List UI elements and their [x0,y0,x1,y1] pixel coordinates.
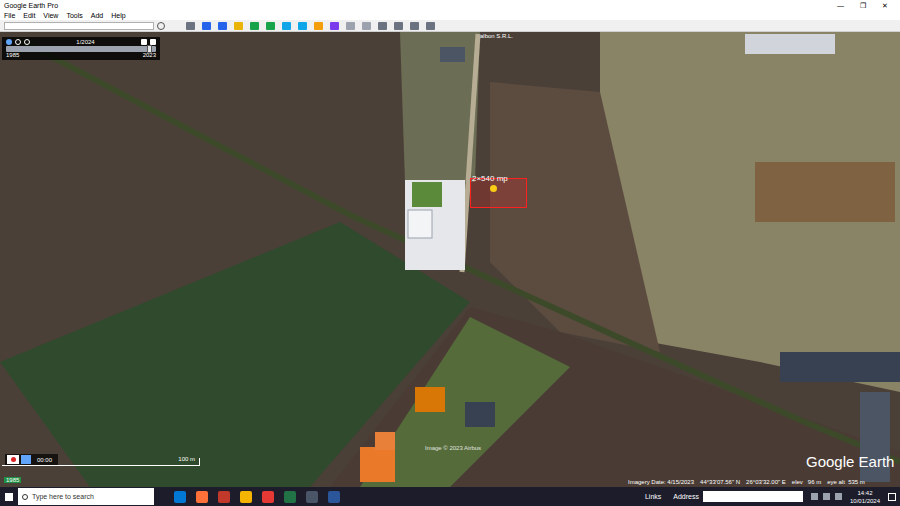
menu-item[interactable]: View [43,12,58,19]
tool-icon[interactable] [410,22,419,30]
tool-icon[interactable] [330,22,339,30]
window-controls: — ❐ ✕ [837,2,896,9]
tool-icon[interactable] [394,22,403,30]
search-placeholder: Type here to search [32,493,94,500]
tool-icon[interactable] [426,22,435,30]
taskbar-search[interactable]: Type here to search [18,488,154,505]
clock-date: 10/01/2024 [850,497,880,505]
latitude: 44°33'07.56" N [700,479,740,485]
links-label[interactable]: Links [645,493,661,500]
longitude: 26°03'32.00" E [746,479,786,485]
menu-item[interactable]: Tools [66,12,82,19]
map-view[interactable]: 1/2024198520232×540 mpalbon S.R.L.00:001… [0,32,900,487]
zoom-in-icon[interactable] [24,39,30,45]
place-label: albon S.R.L. [480,33,513,39]
tool-icon[interactable] [234,22,243,30]
clock[interactable]: 14:4210/01/2024 [850,489,880,505]
address-field[interactable] [703,491,803,502]
tray-icon[interactable] [823,493,830,500]
menu-item[interactable]: Help [111,12,125,19]
tool-icon[interactable] [218,22,227,30]
app-icon[interactable] [218,491,230,503]
clock-icon[interactable] [6,39,12,45]
search-field[interactable] [4,22,154,30]
search-icon [22,494,28,500]
timeline-badge: 1985 [4,477,21,483]
historical-imagery-panel: 1/202419852023 [2,37,160,60]
window-control-button[interactable]: ✕ [882,2,888,9]
tool-icon[interactable] [298,22,307,30]
google-earth-logo: Google Earth [806,454,894,469]
taskbar: Type here to search Links Address 14:4210/0… [0,487,900,506]
record-icon[interactable] [7,455,19,464]
tool-icon[interactable] [346,22,355,30]
placemark[interactable]: 2×540 mp [472,175,508,183]
scale-label: 100 m [178,456,195,462]
clock-time: 14:42 [857,489,872,497]
app-icon[interactable] [240,491,252,503]
history-date: 1/2024 [76,39,94,45]
tool-icon[interactable] [250,22,259,30]
tray-icon[interactable] [835,493,842,500]
tool-icon[interactable] [314,22,323,30]
tool-icon[interactable] [202,22,211,30]
menu-item[interactable]: Add [91,12,103,19]
tray-icon[interactable] [811,493,818,500]
menu-bar: File Edit View Tools Add Help [0,10,900,20]
elevation: elev 96 m [792,479,821,485]
search-icon[interactable] [157,22,165,30]
taskbar-apps [174,491,340,503]
tool-icon[interactable] [266,22,275,30]
app-icon[interactable] [174,491,186,503]
mic-icon[interactable] [21,455,31,464]
window-control-button[interactable]: — [837,2,844,9]
imagery-date: Imagery Date: 4/15/2023 [628,479,694,485]
pin-icon[interactable] [490,185,497,192]
history-slider[interactable] [6,46,156,52]
zoom-out-icon[interactable] [15,39,21,45]
history-slider-thumb[interactable] [147,45,152,53]
address-label: Address [673,493,699,500]
toolbar [0,20,900,32]
satellite-imagery[interactable] [0,32,900,487]
status-bar: Imagery Date: 4/15/2023 44°33'07.56" N 26°… [628,479,865,485]
desktop: Google Earth Pro — ❐ ✕ File Edit View Tools Add H… [0,0,900,506]
tool-icon[interactable] [378,22,387,30]
scale-bar: 100 m [2,458,200,466]
notification-icon[interactable] [888,493,896,501]
window-control-button[interactable]: ❐ [860,2,866,9]
tool-icon[interactable] [362,22,371,30]
tool-icon[interactable] [282,22,291,30]
history-start: 1985 [6,52,19,58]
window-title: Google Earth Pro [4,2,58,9]
start-icon[interactable] [0,487,18,506]
app-icon[interactable] [196,491,208,503]
menu-item[interactable]: Edit [23,12,35,19]
app-icon[interactable] [262,491,274,503]
eye-altitude: eye alt 535 m [827,479,865,485]
app-icon[interactable] [328,491,340,503]
menu-item[interactable]: File [4,12,15,19]
title-bar: Google Earth Pro — ❐ ✕ [0,0,900,10]
tour-player: 00:00 [5,454,58,465]
app-icon[interactable] [306,491,318,503]
tool-icon[interactable] [186,22,195,30]
app-icon[interactable] [284,491,296,503]
attribution: Image © 2023 Airbus [425,445,481,451]
placemark-label: 2×540 mp [472,175,508,183]
